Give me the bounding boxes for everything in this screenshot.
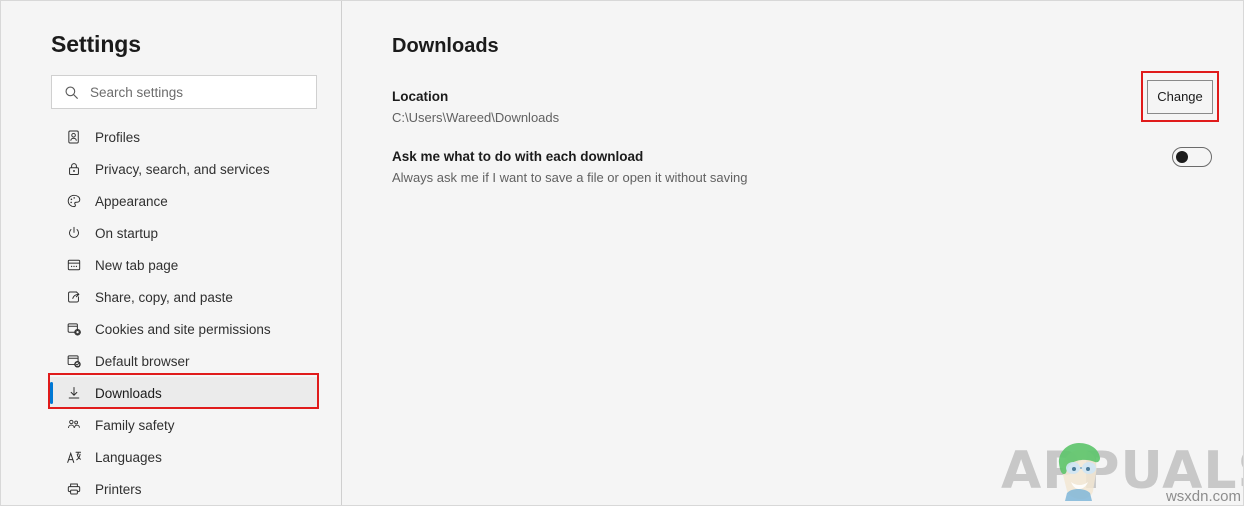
page-title-settings: Settings: [51, 31, 141, 57]
profiles-icon: [65, 128, 83, 146]
new-tab-icon: [65, 256, 83, 274]
sidebar-item-family-safety[interactable]: Family safety: [1, 409, 342, 441]
printer-icon: [65, 480, 83, 498]
ask-each-download-toggle[interactable]: [1172, 147, 1212, 167]
location-label: Location: [392, 89, 449, 104]
page-title-downloads: Downloads: [392, 35, 499, 57]
download-icon: [65, 384, 83, 402]
ask-each-download-label: Ask me what to do with each download: [392, 149, 644, 164]
sidebar-item-label: Downloads: [95, 385, 162, 401]
sidebar-item-label: Family safety: [95, 417, 175, 433]
sidebar-item-label: Default browser: [95, 353, 190, 369]
sidebar-item-new-tab-page[interactable]: New tab page: [1, 249, 342, 281]
sidebar-item-label: Share, copy, and paste: [95, 289, 233, 305]
sidebar-item-label: New tab page: [95, 257, 179, 273]
power-icon: [65, 224, 83, 242]
palette-icon: [65, 192, 83, 210]
sidebar-item-cookies[interactable]: Cookies and site permissions: [1, 313, 342, 345]
sidebar-item-downloads[interactable]: Downloads: [50, 377, 317, 409]
sidebar-item-label: Printers: [95, 481, 142, 497]
location-path-value: C:\Users\Wareed\Downloads: [392, 110, 560, 125]
sidebar-item-label: Cookies and site permissions: [95, 321, 271, 337]
sidebar-item-default-browser[interactable]: Default browser: [1, 345, 342, 377]
sidebar-item-label: Privacy, search, and services: [95, 161, 270, 177]
sidebar-item-languages[interactable]: Languages: [1, 441, 342, 473]
settings-window: Settings Profiles: [0, 0, 1244, 506]
sidebar-item-share-copy-paste[interactable]: Share, copy, and paste: [1, 281, 342, 313]
sidebar-item-label: Profiles: [95, 129, 141, 145]
sidebar-item-label: Languages: [95, 449, 162, 465]
change-location-button[interactable]: Change: [1147, 80, 1213, 114]
family-icon: [65, 416, 83, 434]
downloads-settings-panel: Downloads Location C:\Users\Wareed\Downl…: [343, 1, 1243, 505]
ask-each-download-description: Always ask me if I want to save a file o…: [392, 170, 748, 185]
sidebar-item-privacy[interactable]: Privacy, search, and services: [1, 153, 342, 185]
settings-sidebar: Settings Profiles: [1, 1, 342, 505]
languages-icon: [65, 448, 83, 466]
share-icon: [65, 288, 83, 306]
search-input[interactable]: [90, 84, 300, 100]
sidebar-item-appearance[interactable]: Appearance: [1, 185, 342, 217]
sidebar-item-printers[interactable]: Printers: [1, 473, 342, 505]
settings-nav-list: Profiles Privacy, search, and services A…: [1, 121, 342, 505]
sidebar-item-label: On startup: [95, 225, 159, 241]
search-icon: [52, 85, 90, 100]
sidebar-item-label: Appearance: [95, 193, 168, 209]
default-browser-icon: [65, 352, 83, 370]
ask-each-download-row: Ask me what to do with each download Alw…: [392, 149, 748, 185]
cookies-icon: [65, 320, 83, 338]
search-settings-box[interactable]: [51, 75, 317, 109]
lock-icon: [65, 160, 83, 178]
sidebar-item-on-startup[interactable]: On startup: [1, 217, 342, 249]
toggle-knob: [1176, 151, 1188, 163]
location-setting-row: Location C:\Users\Wareed\Downloads: [392, 89, 559, 125]
sidebar-item-profiles[interactable]: Profiles: [1, 121, 342, 153]
